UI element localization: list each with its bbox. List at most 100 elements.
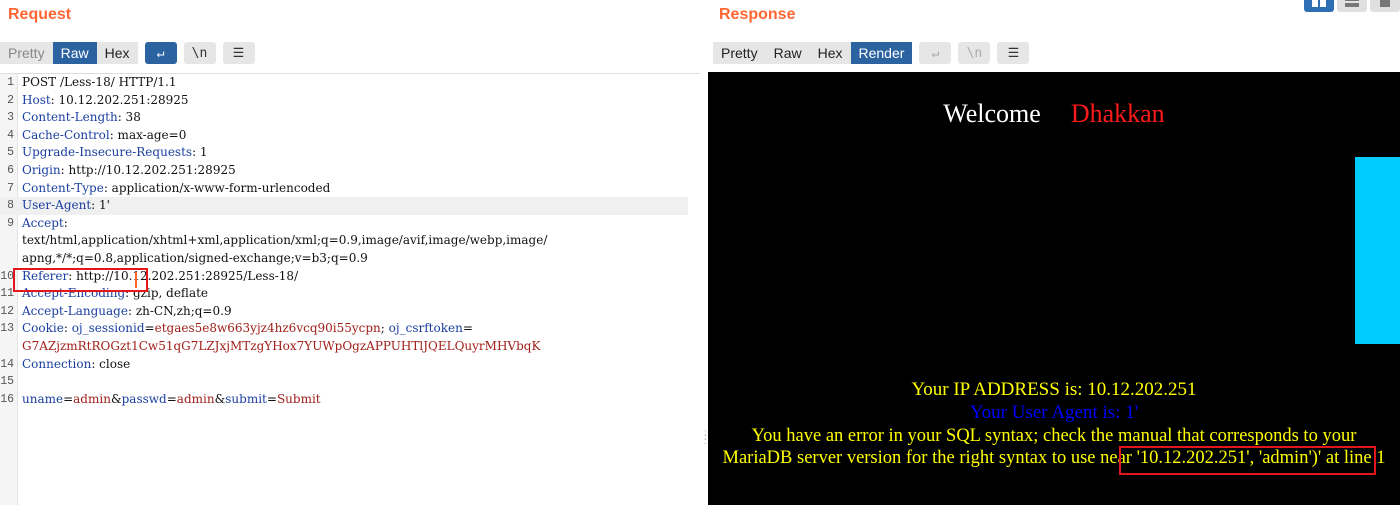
stacked-view-icon[interactable]: [1337, 0, 1367, 12]
line-number: 9: [7, 216, 14, 230]
token-value: admin: [176, 391, 215, 406]
tab-hex[interactable]: Hex: [96, 42, 138, 64]
response-pane-title: Response: [719, 6, 796, 23]
render-view: Welcome Dhakkan Your IP ADDRESS is: 10.12…: [708, 72, 1400, 505]
line-number: 8: [7, 199, 14, 213]
token-text: &: [110, 391, 122, 406]
show-newlines-icon[interactable]: \n: [958, 42, 991, 64]
token-text: &: [214, 391, 226, 406]
request-line[interactable]: 6 Origin: http://10.12.202.251:28925: [0, 162, 688, 180]
token-key: passwd: [121, 391, 167, 406]
request-line[interactable]: text/html,application/xhtml+xml,applicat…: [0, 232, 688, 250]
line-code: POST /Less-18/ HTTP/1.1: [22, 74, 176, 92]
request-line[interactable]: 9 Accept:: [0, 215, 688, 233]
tab-raw[interactable]: Raw: [765, 42, 810, 64]
token-key: submit: [225, 391, 267, 406]
request-line[interactable]: 8 User-Agent: 1': [0, 197, 688, 215]
token-key: oj_sessionid: [71, 321, 145, 336]
token-text: =: [462, 321, 473, 336]
token-text: : application/x-www-form-urlencoded: [103, 180, 331, 195]
request-line[interactable]: apng,*/*;q=0.8,application/signed-exchan…: [0, 250, 688, 268]
token-text: : 38: [117, 110, 141, 125]
token-key: uname: [22, 391, 64, 406]
request-line[interactable]: 14 Connection: close: [0, 356, 688, 374]
line-number: 7: [7, 181, 14, 195]
token-text: =: [144, 321, 155, 336]
line-code: uname=admin&passwd=admin&submit=Submit: [22, 391, 321, 409]
token-key: Origin: [22, 163, 61, 177]
request-line[interactable]: 3 Content-Length: 38: [0, 109, 688, 127]
line-number: 11: [0, 287, 14, 301]
response-toolbar: Pretty Raw Hex Render ↵ \n ☰: [713, 42, 1030, 64]
line-code: Content-Type: application/x-www-form-url…: [22, 180, 330, 198]
token-text: : close: [91, 356, 131, 371]
request-line[interactable]: 4 Cache-Control: max-age=0: [0, 127, 688, 145]
tab-raw[interactable]: Raw: [52, 42, 97, 64]
tab-render[interactable]: Render: [850, 42, 913, 64]
line-code: Accept-Language: zh-CN,zh;q=0.9: [22, 303, 232, 321]
line-number: 6: [7, 164, 14, 177]
single-view-icon[interactable]: [1370, 0, 1400, 12]
line-number: 12: [0, 304, 14, 318]
request-toolbar: Pretty Raw Hex ↵ \n ☰: [0, 42, 255, 64]
request-line[interactable]: 5 Upgrade-Insecure-Requests: 1: [0, 144, 688, 162]
line-code: Host: 10.12.202.251:28925: [22, 92, 189, 110]
token-text: ;: [380, 321, 389, 336]
request-line[interactable]: 1 POST /Less-18/ HTTP/1.1: [0, 74, 688, 92]
error-highlight-box: [1119, 446, 1376, 475]
ip-address-text: Your IP ADDRESS is: 10.12.202.251: [911, 379, 1197, 400]
line-number: 16: [0, 392, 14, 406]
wrap-lines-icon[interactable]: ↵: [919, 42, 952, 64]
line-code: Cache-Control: max-age=0: [22, 127, 186, 145]
token-text: apng,*/*;q=0.8,application/signed-exchan…: [22, 251, 368, 265]
token-text: POST /Less-18/ HTTP/1.1: [22, 75, 177, 89]
split-view-icon[interactable]: [1304, 0, 1334, 12]
request-line[interactable]: G7AZjzmRtROGzt1Cw51qG7LZJxjMTzgYHox7YUWp…: [0, 338, 688, 356]
line-code: apng,*/*;q=0.8,application/signed-exchan…: [22, 250, 368, 268]
wrap-lines-icon[interactable]: ↵: [144, 42, 177, 64]
token-text: :: [63, 321, 72, 336]
token-key: Accept: [22, 215, 64, 230]
token-text: =: [266, 391, 277, 406]
token-key: Accept-Language: [22, 303, 128, 318]
line-number: 13: [0, 322, 14, 336]
line-number: 10: [0, 269, 14, 283]
line-number: 14: [0, 357, 14, 371]
line-code: Origin: http://10.12.202.251:28925: [22, 162, 236, 180]
token-text: :: [63, 215, 68, 230]
token-value: admin: [73, 391, 111, 406]
request-line[interactable]: 12 Accept-Language: zh-CN,zh;q=0.9: [0, 303, 688, 321]
response-view-tabs: Pretty Raw Hex Render: [713, 42, 913, 64]
token-value: etgaes5e8w663yjz4hz6vcq90i55ycpn: [154, 321, 381, 336]
line-code: text/html,application/xhtml+xml,applicat…: [22, 232, 547, 250]
request-line[interactable]: 15: [0, 373, 688, 391]
line-code: G7AZjzmRtROGzt1Cw51qG7LZJxjMTzgYHox7YUWp…: [22, 338, 540, 356]
request-line[interactable]: 13 Cookie: oj_sessionid=etgaes5e8w663yjz4…: [0, 320, 688, 338]
line-number: 15: [0, 375, 14, 389]
pane-divider-handle[interactable]: :::: [704, 429, 707, 447]
user-name-text: Dhakkan: [1070, 99, 1165, 128]
tab-pretty[interactable]: Pretty: [713, 42, 766, 64]
line-number: 4: [7, 128, 14, 142]
token-key: Cookie: [22, 321, 64, 336]
menu-icon[interactable]: ☰: [997, 42, 1030, 64]
line-number: 1: [7, 76, 14, 89]
line-number: 2: [7, 93, 14, 107]
token-value: G7AZjzmRtROGzt1Cw51qG7LZJxjMTzgYHox7YUWp…: [22, 339, 541, 353]
request-line[interactable]: 16 uname=admin&passwd=admin&submit=Submit: [0, 391, 688, 409]
tab-hex[interactable]: Hex: [809, 42, 851, 64]
token-key: User-Agent: [22, 198, 92, 213]
line-code: Accept:: [22, 215, 68, 233]
token-value: Submit: [276, 391, 321, 406]
line-code: User-Agent: 1': [22, 197, 110, 215]
token-key: Content-Type: [22, 180, 104, 195]
show-newlines-icon[interactable]: \n: [183, 42, 216, 64]
welcome-heading: Welcome Dhakkan: [708, 99, 1400, 129]
menu-icon[interactable]: ☰: [222, 42, 255, 64]
request-line[interactable]: 2 Host: 10.12.202.251:28925: [0, 92, 688, 110]
token-text: text/html,application/xhtml+xml,applicat…: [22, 233, 548, 248]
request-editor[interactable]: 1 POST /Less-18/ HTTP/1.1 2 Host: 10.12.202…: [0, 73, 700, 505]
tab-pretty[interactable]: Pretty: [0, 42, 53, 64]
token-text: : zh-CN,zh;q=0.9: [127, 303, 232, 318]
request-line[interactable]: 7 Content-Type: application/x-www-form-ur…: [0, 180, 688, 198]
